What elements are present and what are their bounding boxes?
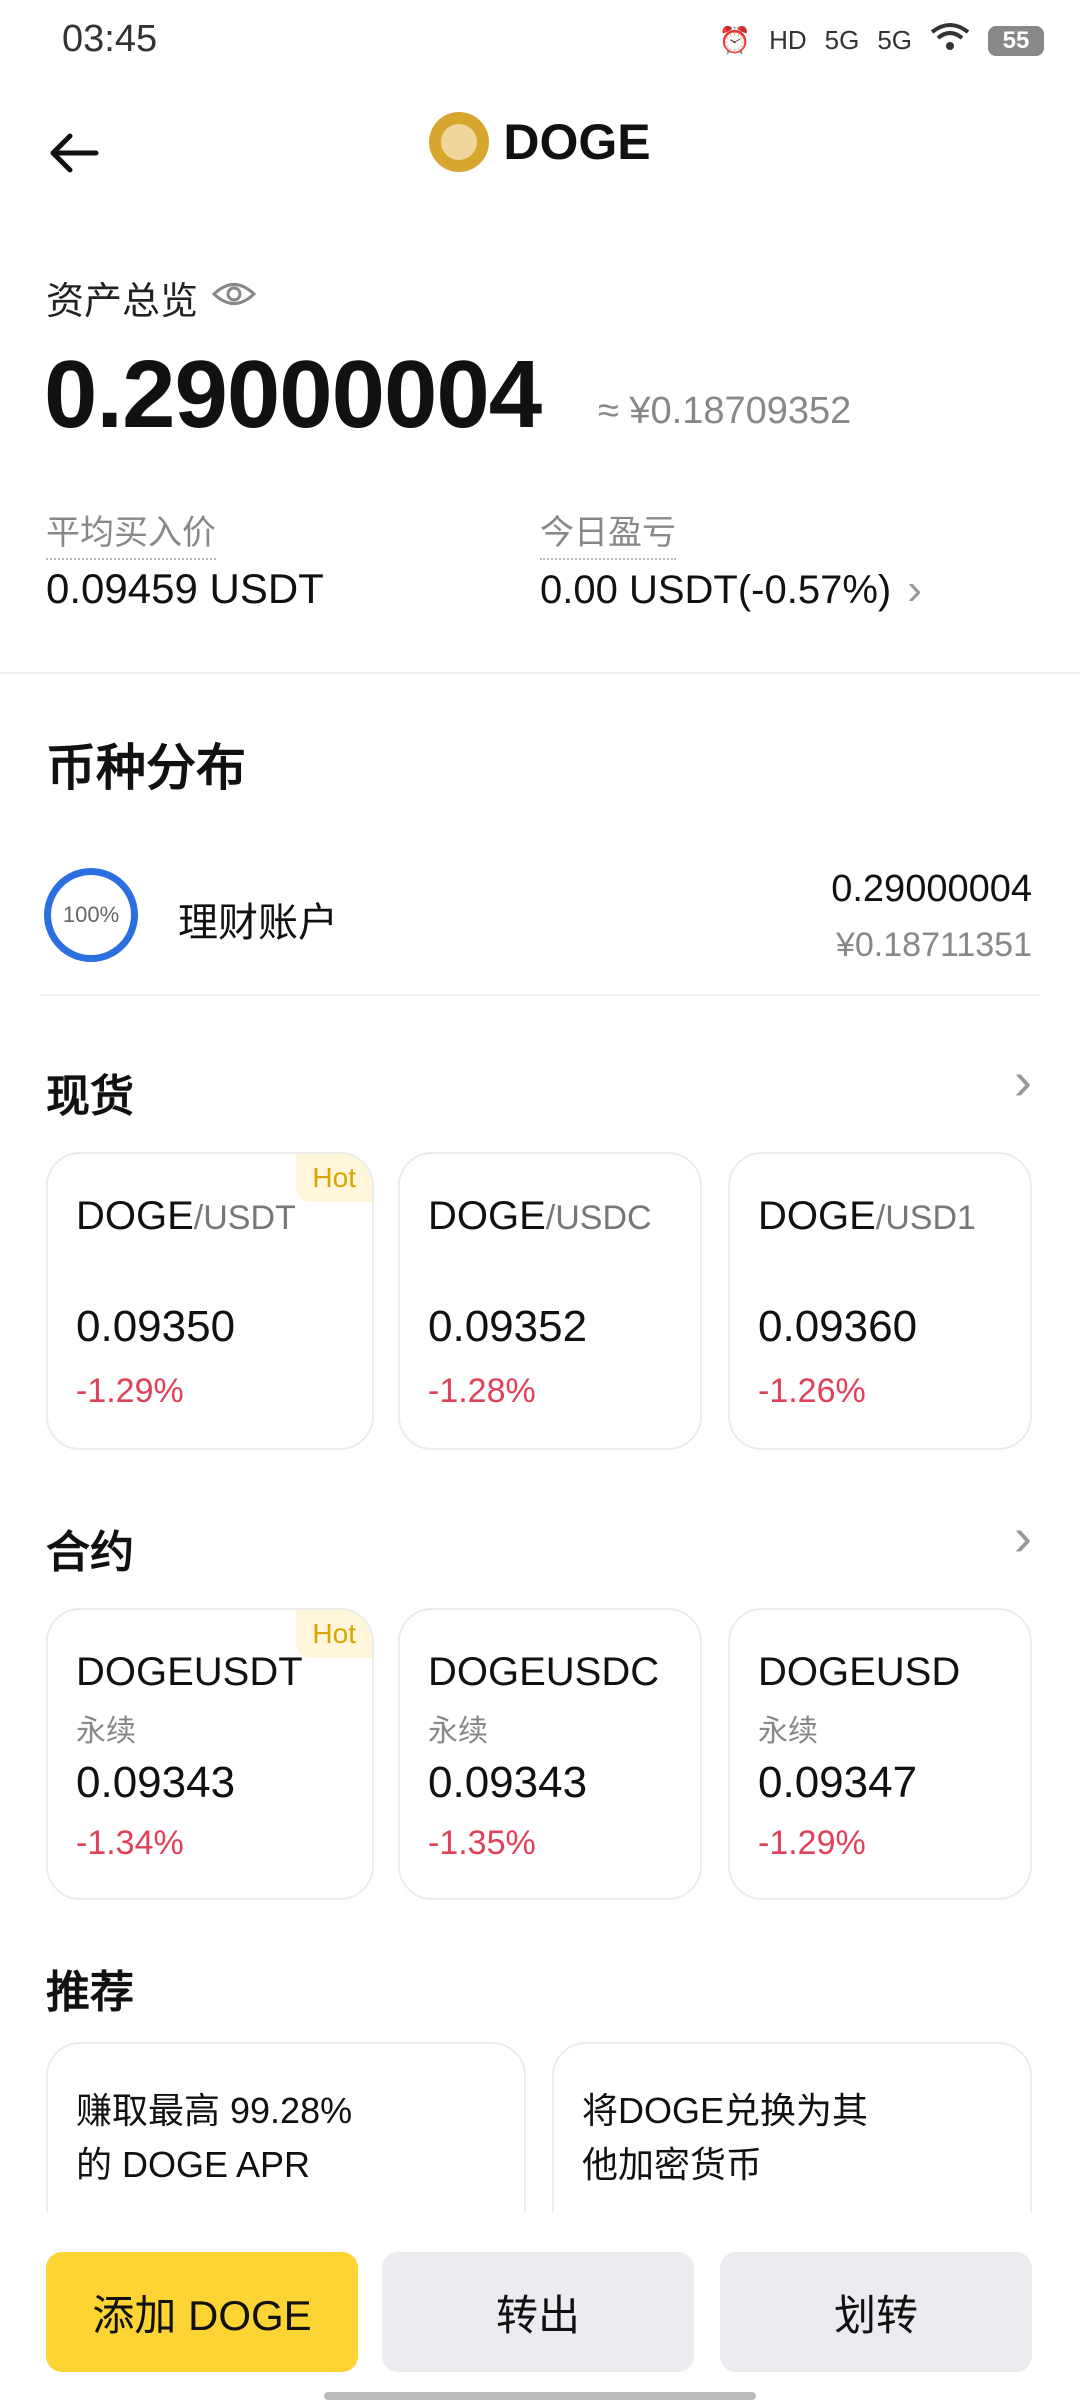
pair-label: DOGEUSD bbox=[758, 1650, 961, 1694]
eye-icon[interactable] bbox=[211, 276, 257, 319]
hd-icon: HD bbox=[769, 25, 807, 55]
contract-type: 永续 bbox=[758, 1715, 818, 1748]
change: -1.35% bbox=[428, 1824, 536, 1862]
spot-card-doge-usd1[interactable]: DOGE/USD1 0.09360 -1.26% bbox=[728, 1152, 1032, 1450]
overview-label-row: 资产总览 bbox=[46, 270, 257, 325]
price: 0.09350 bbox=[76, 1302, 236, 1351]
battery-icon: 55 bbox=[988, 25, 1044, 56]
wifi-icon bbox=[930, 22, 970, 59]
alarm-icon: ⏰ bbox=[718, 25, 752, 55]
pair-label: DOGEUSDT bbox=[76, 1650, 303, 1694]
hot-badge: Hot bbox=[296, 1610, 372, 1658]
today-pnl-row[interactable]: 0.00 USDT(-0.57%) › bbox=[540, 565, 922, 615]
spot-more-chevron-icon[interactable]: › bbox=[1014, 1050, 1032, 1112]
distribution-ring: 100% bbox=[44, 868, 138, 962]
change: -1.29% bbox=[758, 1824, 866, 1862]
add-doge-button[interactable]: 添加 DOGE bbox=[46, 2252, 358, 2372]
recommend-text: 赚取最高 99.28% 的 DOGE APR bbox=[76, 2090, 353, 2185]
recommend-text: 将DOGE兑换为其 他加密货币 bbox=[582, 2090, 869, 2185]
futures-more-chevron-icon[interactable]: › bbox=[1014, 1506, 1032, 1568]
distribution-title: 币种分布 bbox=[46, 740, 246, 796]
status-time: 03:45 bbox=[62, 18, 158, 60]
pair-label: DOGEUSDC bbox=[428, 1650, 660, 1694]
hot-badge: Hot bbox=[296, 1154, 372, 1202]
contract-type: 永续 bbox=[428, 1715, 488, 1748]
pair-label: DOGE/USD1 bbox=[758, 1194, 976, 1238]
change: -1.34% bbox=[76, 1824, 184, 1862]
spot-card-doge-usdc[interactable]: DOGE/USDC 0.09352 -1.28% bbox=[398, 1152, 702, 1450]
divider bbox=[40, 994, 1040, 996]
today-pnl-value: 0.00 USDT(-0.57%) bbox=[540, 567, 892, 612]
spot-title: 现货 bbox=[46, 1072, 134, 1121]
overview-label: 资产总览 bbox=[46, 281, 199, 323]
status-icons: ⏰ HD 5G 5G 55 bbox=[719, 22, 1044, 59]
distribution-value: 0.29000004 bbox=[831, 868, 1032, 910]
price: 0.09343 bbox=[76, 1758, 236, 1807]
spot-card-doge-usdt[interactable]: Hot DOGE/USDT 0.09350 -1.29% bbox=[46, 1152, 374, 1450]
header: DOGE bbox=[0, 112, 1080, 172]
futures-title: 合约 bbox=[46, 1528, 134, 1577]
transfer-out-button[interactable]: 转出 bbox=[382, 2252, 694, 2372]
transfer-button[interactable]: 划转 bbox=[720, 2252, 1032, 2372]
contract-type: 永续 bbox=[76, 1715, 136, 1748]
avg-price-value: 0.09459 USDT bbox=[46, 565, 324, 612]
change: -1.29% bbox=[76, 1372, 184, 1410]
doge-logo-icon bbox=[429, 112, 490, 172]
price: 0.09347 bbox=[758, 1758, 918, 1807]
today-pnl-label[interactable]: 今日盈亏 bbox=[540, 505, 676, 560]
pair-label: DOGE/USDT bbox=[76, 1194, 296, 1238]
futures-card-dogeusdt[interactable]: Hot DOGEUSDT 永续 0.09343 -1.34% bbox=[46, 1608, 374, 1900]
distribution-percent: 100% bbox=[62, 902, 120, 927]
distribution-account-name[interactable]: 理财账户 bbox=[178, 890, 338, 948]
price: 0.09360 bbox=[758, 1302, 918, 1351]
change: -1.28% bbox=[428, 1372, 536, 1410]
distribution-cny: ¥0.18711351 bbox=[835, 926, 1032, 964]
pair-label: DOGE/USDC bbox=[428, 1194, 652, 1238]
home-indicator[interactable] bbox=[324, 2392, 756, 2400]
signal-5g-icon-2: 5G bbox=[877, 25, 912, 55]
futures-card-dogeusdc[interactable]: DOGEUSDC 永续 0.09343 -1.35% bbox=[398, 1608, 702, 1900]
total-balance: 0.29000004 bbox=[44, 341, 542, 448]
recommend-title: 推荐 bbox=[46, 1968, 134, 2017]
divider bbox=[0, 672, 1080, 674]
balance-cny: ≈ ¥0.18709352 bbox=[598, 390, 852, 432]
avg-price-label[interactable]: 平均买入价 bbox=[46, 505, 216, 560]
chevron-right-icon: › bbox=[907, 565, 922, 614]
price: 0.09352 bbox=[428, 1302, 588, 1351]
change: -1.26% bbox=[758, 1372, 866, 1410]
price: 0.09343 bbox=[428, 1758, 588, 1807]
page-title: DOGE bbox=[503, 114, 651, 170]
signal-5g-icon: 5G bbox=[824, 25, 860, 55]
futures-card-dogeusd[interactable]: DOGEUSD 永续 0.09347 -1.29% bbox=[728, 1608, 1032, 1900]
